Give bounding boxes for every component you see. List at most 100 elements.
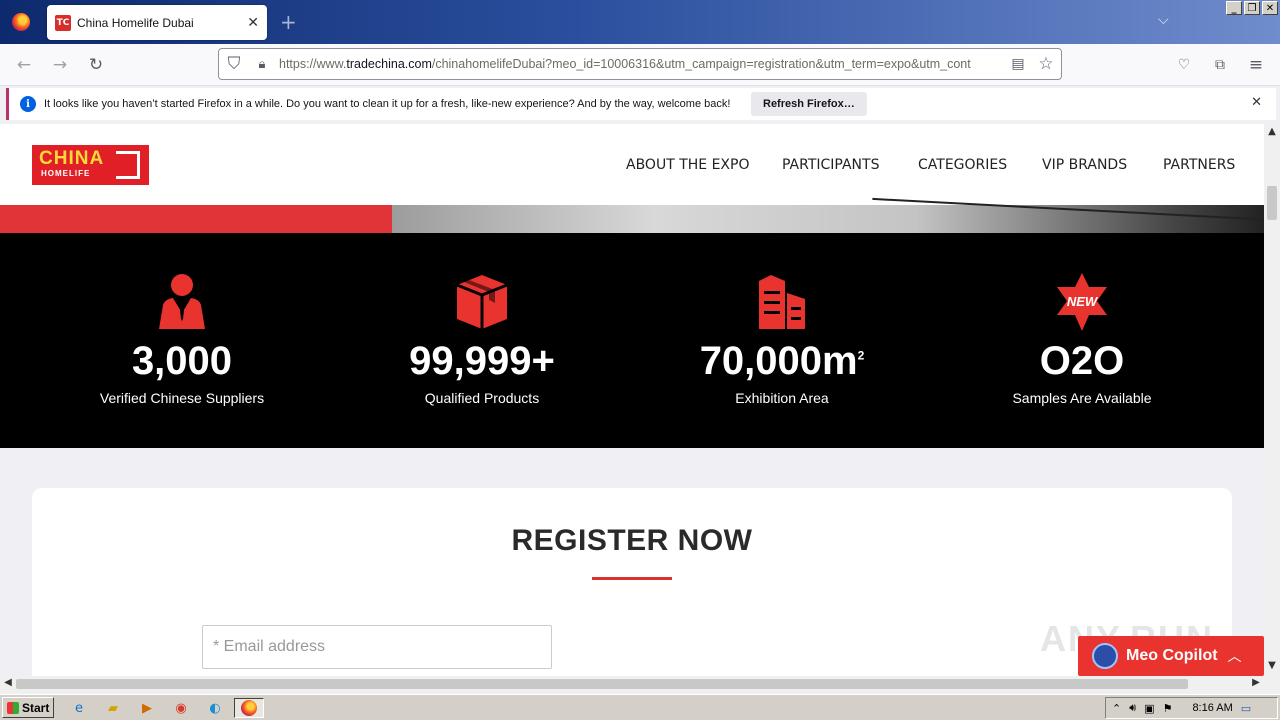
refresh-firefox-button[interactable]: Refresh Firefox…: [751, 92, 867, 116]
windows-taskbar: Start e ▰ ▶ ◉ ◐ ⌃ 🔊︎ ▣ ⚑ 8:16 AM ▭: [0, 694, 1280, 720]
scroll-right-icon[interactable]: ▶: [1248, 677, 1264, 691]
back-icon[interactable]: ←: [13, 54, 35, 76]
tab-list-chevron-icon[interactable]: ⌵: [1158, 12, 1169, 28]
china-homelife-logo[interactable]: CHINA HOMELIFE: [32, 145, 149, 185]
scroll-down-icon[interactable]: ▼: [1264, 660, 1280, 674]
logo-mark-icon: [116, 151, 140, 179]
tab-close-icon[interactable]: ✕: [247, 15, 259, 31]
firefox-menu-button[interactable]: [0, 0, 42, 44]
register-underline: [592, 577, 672, 580]
url-domain: tradechina.com: [346, 57, 432, 71]
volume-icon[interactable]: 🔊︎: [1129, 701, 1136, 715]
stat-products: 99,999+ Qualified Products: [332, 233, 632, 448]
new-badge-text: NEW: [1067, 294, 1099, 309]
stat-value: 3,000: [131, 339, 233, 383]
stat-label: Qualified Products: [424, 390, 540, 406]
firefox-logo-icon: [12, 13, 30, 31]
extensions-icon[interactable]: ⧉: [1209, 54, 1231, 76]
tab-strip: TC China Homelife Dubai ✕ + ⌵ _ ❐ ✕: [0, 0, 1280, 44]
browser-tab[interactable]: TC China Homelife Dubai ✕: [47, 5, 267, 40]
start-button[interactable]: Start: [2, 697, 54, 718]
flag-icon[interactable]: ⚑: [1163, 702, 1173, 715]
url-text[interactable]: https://www.tradechina.com/chinahomelife…: [279, 57, 1003, 71]
box-icon: [456, 275, 508, 329]
new-tab-icon[interactable]: +: [280, 10, 297, 34]
scroll-up-icon[interactable]: ▲: [1264, 126, 1280, 140]
menu-partners[interactable]: PARTNERS: [1163, 157, 1235, 173]
site-header: CHINA HOMELIFE ABOUT THE EXPO PARTICIPAN…: [0, 124, 1264, 205]
url-path: /chinahomelifeDubai?meo_id=10006316&utm_…: [431, 57, 971, 71]
vertical-scrollbar[interactable]: ▲ ▼: [1264, 124, 1280, 676]
new-badge-icon: NEW: [1057, 273, 1107, 331]
reload-icon[interactable]: ↻: [85, 54, 107, 76]
menu-participants[interactable]: PARTICIPANTS: [782, 157, 879, 173]
stat-o2o: NEW O2O Samples Are Available: [932, 233, 1232, 448]
horizontal-scrollbar[interactable]: ◀ ▶: [0, 676, 1264, 692]
navigation-bar: ← → ↻ ⛉ 🔒︎ https://www.tradechina.com/ch…: [0, 44, 1280, 86]
address-bar[interactable]: ⛉ 🔒︎ https://www.tradechina.com/chinahom…: [218, 48, 1062, 80]
firefox-taskbar-icon[interactable]: [234, 698, 264, 718]
stat-label: Verified Chinese Suppliers: [99, 390, 265, 406]
internet-explorer-icon[interactable]: e: [68, 698, 90, 718]
copilot-robot-icon: [1092, 643, 1118, 669]
stat-value: O2O: [1039, 339, 1125, 383]
bookmark-star-icon[interactable]: ☆: [1035, 53, 1057, 75]
tray-expand-icon[interactable]: ⌃: [1112, 702, 1121, 715]
scroll-corner: [1264, 676, 1280, 692]
logo-text-top: CHINA: [39, 148, 105, 169]
tab-favicon-icon: TC: [55, 14, 71, 31]
clock: 8:16 AM: [1192, 702, 1233, 714]
media-player-icon[interactable]: ▶: [136, 698, 158, 718]
hamburger-menu-icon[interactable]: ≡: [1245, 54, 1267, 76]
stat-label: Exhibition Area: [735, 390, 829, 406]
file-explorer-icon[interactable]: ▰: [102, 698, 124, 718]
logo-text-bottom: HOMELIFE: [41, 169, 91, 178]
edge-icon[interactable]: ◐: [204, 698, 226, 718]
email-input[interactable]: [202, 625, 552, 669]
notification-close-icon[interactable]: ✕: [1251, 95, 1262, 110]
close-window-icon[interactable]: ✕: [1262, 1, 1278, 15]
chrome-icon[interactable]: ◉: [170, 698, 192, 718]
forward-icon[interactable]: →: [49, 54, 71, 76]
minimize-icon[interactable]: _: [1226, 1, 1242, 15]
scroll-left-icon[interactable]: ◀: [0, 677, 16, 691]
meo-copilot-button[interactable]: Meo Copilot ︿: [1078, 636, 1264, 676]
window-controls: _ ❐ ✕: [1226, 1, 1278, 15]
shield-icon[interactable]: ⛉: [223, 53, 245, 75]
horizontal-scroll-thumb[interactable]: [16, 679, 1188, 689]
info-icon: i: [20, 96, 36, 112]
stat-value-number: 70,000m: [699, 339, 858, 383]
menu-vip-brands[interactable]: VIP BRANDS: [1042, 157, 1127, 173]
stat-value: 99,999+: [409, 339, 555, 383]
restore-icon[interactable]: ❐: [1244, 1, 1260, 15]
firefox-taskbar-logo-icon: [241, 700, 257, 716]
menu-categories[interactable]: CATEGORIES: [918, 157, 1007, 173]
tab-title: China Homelife Dubai: [77, 15, 194, 30]
pocket-icon[interactable]: ♡: [1173, 54, 1195, 76]
stat-value: 70,000m2: [632, 339, 932, 384]
hero-red-band: [0, 205, 392, 233]
stats-section: 3,000 Verified Chinese Suppliers 99,999+…: [0, 233, 1264, 448]
url-prefix: https://www.: [279, 57, 347, 71]
notification-text: It looks like you haven’t started Firefo…: [44, 98, 731, 110]
lock-icon[interactable]: 🔒︎: [251, 53, 273, 75]
menu-about-the-expo[interactable]: ABOUT THE EXPO: [626, 157, 749, 173]
system-tray: ⌃ 🔊︎ ▣ ⚑ 8:16 AM ▭: [1105, 697, 1278, 719]
stat-area: 70,000m2 Exhibition Area: [632, 233, 932, 448]
web-page: CHINA HOMELIFE ABOUT THE EXPO PARTICIPAN…: [0, 124, 1264, 676]
stat-label: Samples Are Available: [1012, 390, 1152, 406]
notification-bar: i It looks like you haven’t started Fire…: [6, 88, 1276, 120]
building-icon: [759, 275, 805, 329]
reader-view-icon[interactable]: ▤: [1007, 53, 1029, 75]
hero-image: [392, 197, 1264, 233]
stat-suppliers: 3,000 Verified Chinese Suppliers: [32, 233, 332, 448]
show-desktop-icon[interactable]: ▭: [1241, 702, 1251, 715]
network-icon[interactable]: ▣: [1144, 702, 1154, 715]
vertical-scroll-thumb[interactable]: [1267, 186, 1277, 220]
supplier-icon: [159, 274, 205, 329]
windows-logo-icon: [7, 701, 19, 714]
start-label: Start: [22, 700, 50, 715]
copilot-label: Meo Copilot: [1126, 647, 1218, 664]
register-title: REGISTER NOW: [511, 524, 753, 557]
stat-value-unit: 2: [857, 348, 865, 363]
